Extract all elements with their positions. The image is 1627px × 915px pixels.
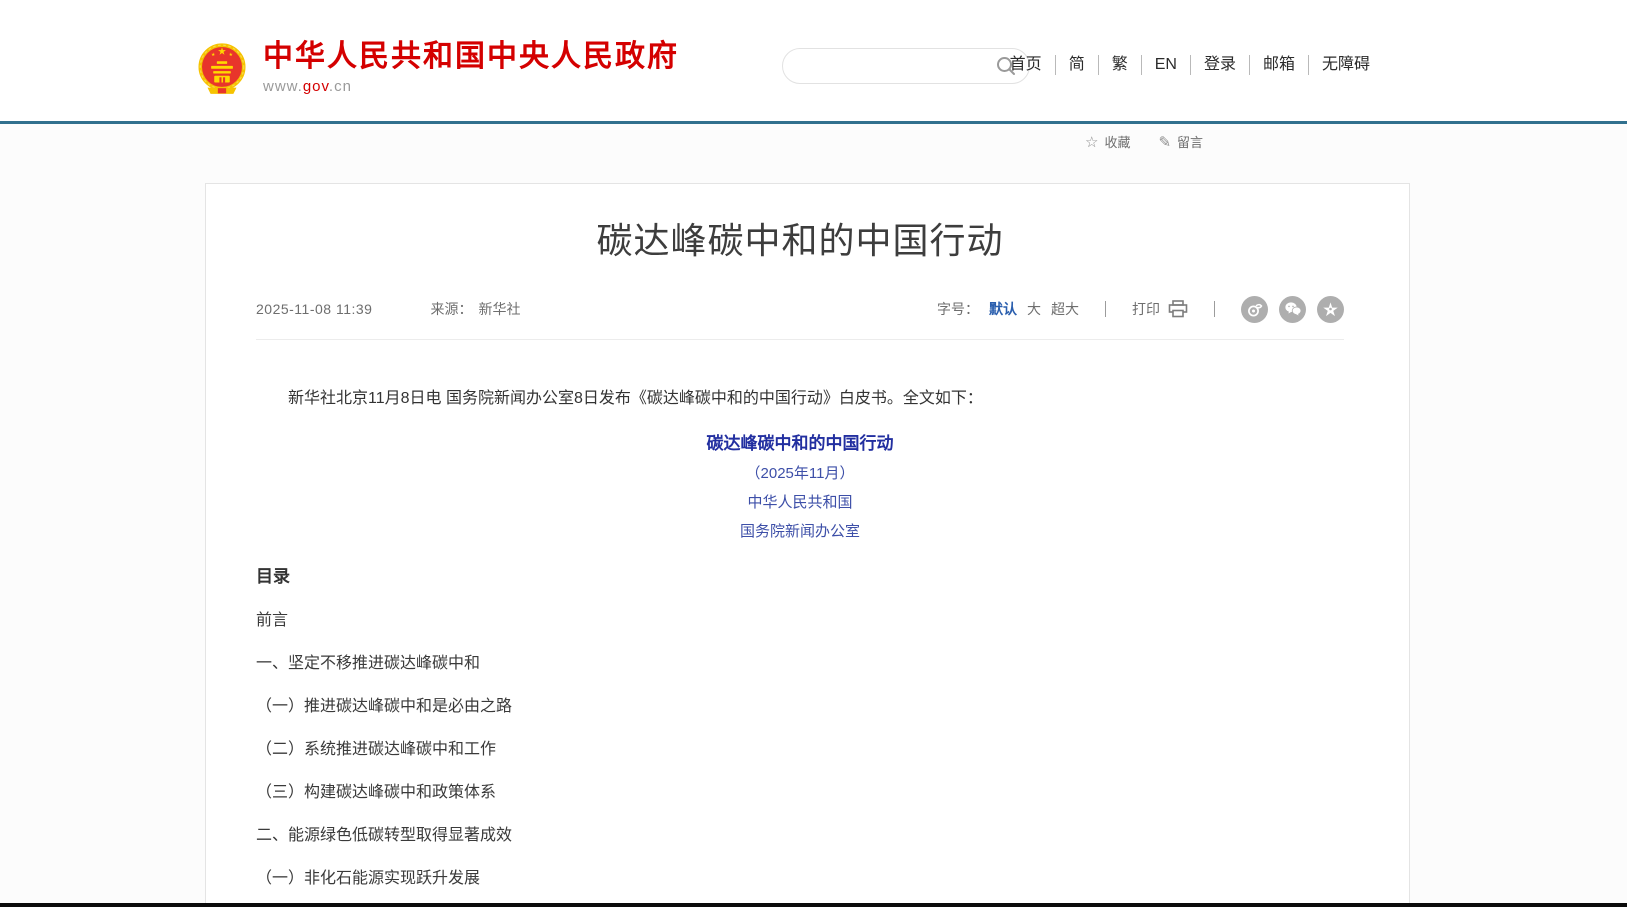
nav-traditional[interactable]: 繁 — [1098, 55, 1141, 75]
article-title: 碳达峰碳中和的中国行动 — [256, 221, 1344, 261]
toc-item-section2-1: （一）非化石能源实现跃升发展 — [256, 870, 1344, 887]
article-meta-left: 2025-11-08 11:39 来源： 新华社 — [256, 299, 520, 319]
search-input[interactable] — [783, 58, 995, 74]
printer-icon — [1168, 300, 1188, 318]
site-logo-text: 中华人民共和国中央人民政府 www.gov.cn — [263, 40, 679, 95]
font-size-label: 字号： — [937, 299, 979, 319]
print-button[interactable]: 打印 — [1132, 299, 1188, 319]
toc-item-section2: 二、能源绿色低碳转型取得显著成效 — [256, 827, 1344, 844]
nav-mail[interactable]: 邮箱 — [1249, 55, 1308, 75]
comment-label: 留言 — [1177, 132, 1203, 151]
favorite-label: 收藏 — [1104, 132, 1130, 151]
nav-simplified[interactable]: 简 — [1055, 55, 1098, 75]
lead-paragraph: 新华社北京11月8日电 国务院新闻办公室8日发布《碳达峰碳中和的中国行动》白皮书… — [256, 390, 1344, 408]
nav-login[interactable]: 登录 — [1190, 55, 1249, 75]
comment-button[interactable]: ✎ 留言 — [1158, 132, 1203, 151]
site-title: 中华人民共和国中央人民政府 — [263, 40, 679, 74]
weibo-share-icon[interactable] — [1241, 296, 1268, 323]
qzone-star-share-icon[interactable] — [1317, 296, 1344, 323]
print-label: 打印 — [1132, 299, 1160, 319]
publish-date: 2025-11-08 11:39 — [256, 301, 372, 317]
site-url: www.gov.cn — [263, 78, 679, 95]
star-outline-icon: ☆ — [1085, 133, 1098, 151]
nav-accessibility[interactable]: 无障碍 — [1308, 55, 1370, 75]
font-size-xlarge[interactable]: 超大 — [1051, 299, 1079, 319]
article-meta-right: 字号： 默认 大 超大 打印 — [937, 296, 1344, 323]
page: 中华人民共和国中央人民政府 www.gov.cn 首页 简 繁 EN 登录 邮箱… — [0, 0, 1627, 915]
viewport-bottom-gap — [0, 907, 1627, 915]
share-icons — [1241, 296, 1344, 323]
meta-divider-rule — [256, 339, 1344, 340]
pencil-icon: ✎ — [1158, 133, 1171, 151]
search-box — [782, 48, 1030, 84]
vertical-separator — [1105, 301, 1106, 317]
toc-title: 目录 — [256, 567, 1344, 586]
site-logo[interactable]: 中华人民共和国中央人民政府 www.gov.cn — [197, 40, 679, 98]
nav-home[interactable]: 首页 — [997, 55, 1055, 75]
site-url-www: www. — [263, 78, 303, 95]
source-label: 来源： — [430, 299, 472, 319]
nav-english[interactable]: EN — [1141, 55, 1190, 75]
article-meta-row: 2025-11-08 11:39 来源： 新华社 字号： 默认 大 超大 打印 — [256, 299, 1344, 319]
font-size-default[interactable]: 默认 — [989, 299, 1017, 319]
font-size-large[interactable]: 大 — [1027, 299, 1041, 319]
site-url-cn: .cn — [329, 78, 352, 95]
toc-item-section1-3: （三）构建碳达峰碳中和政策体系 — [256, 784, 1344, 801]
toc-item-section1-1: （一）推进碳达峰碳中和是必由之路 — [256, 698, 1344, 715]
top-nav: 首页 简 繁 EN 登录 邮箱 无障碍 — [997, 55, 1370, 75]
source-value[interactable]: 新华社 — [478, 299, 520, 319]
document-title: 碳达峰碳中和的中国行动 — [256, 435, 1344, 453]
document-author-line1: 中华人民共和国 — [256, 494, 1344, 511]
national-emblem-icon — [197, 40, 247, 98]
article-actions: ☆ 收藏 ✎ 留言 — [1085, 132, 1203, 151]
toc-item-section1: 一、坚定不移推进碳达峰碳中和 — [256, 655, 1344, 672]
document-heading-block: 碳达峰碳中和的中国行动 （2025年11月） 中华人民共和国 国务院新闻办公室 — [256, 435, 1344, 540]
site-url-gov: gov — [303, 78, 329, 95]
vertical-separator — [1214, 301, 1215, 317]
header-divider-rule — [0, 121, 1627, 124]
article-card: 碳达峰碳中和的中国行动 2025-11-08 11:39 来源： 新华社 字号：… — [205, 183, 1410, 915]
favorite-button[interactable]: ☆ 收藏 — [1085, 132, 1130, 151]
toc-item-preface: 前言 — [256, 612, 1344, 629]
toc-item-section1-2: （二）系统推进碳达峰碳中和工作 — [256, 741, 1344, 758]
wechat-share-icon[interactable] — [1279, 296, 1306, 323]
document-author-line2: 国务院新闻办公室 — [256, 523, 1344, 540]
document-date: （2025年11月） — [256, 465, 1344, 482]
site-header: 中华人民共和国中央人民政府 www.gov.cn 首页 简 繁 EN 登录 邮箱… — [0, 0, 1627, 122]
